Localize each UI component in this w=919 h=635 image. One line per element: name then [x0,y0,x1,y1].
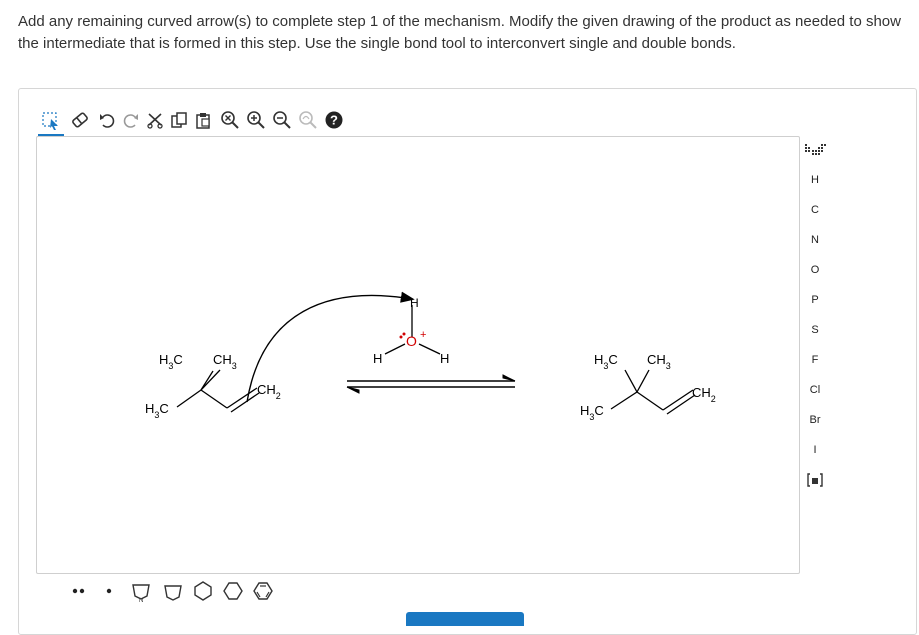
reactant-molecule[interactable]: H3C CH3 CH2 H3C [145,352,281,420]
product-ch2: CH2 [692,385,716,404]
zoom-out-icon[interactable] [270,108,294,132]
undo-icon[interactable] [96,108,118,132]
svg-text:N: N [139,598,143,602]
hydronium-h-left: H [373,351,382,366]
pyrrole-ring-icon[interactable]: N [128,578,154,604]
hexagon-ring-icon[interactable] [190,578,216,604]
benzene-ring-icon[interactable] [250,578,276,604]
drawing-canvas[interactable]: H3C CH3 CH2 H3C H H H O + H3C CH3 CH2 H3… [36,136,800,574]
element-s[interactable]: S [800,324,830,336]
mechanism-drawing: H3C CH3 CH2 H3C H H H O + H3C CH3 CH2 H3… [145,291,716,422]
element-c[interactable]: C [800,204,830,216]
hydronium-h-right: H [440,351,449,366]
hydronium-oxygen: O [406,333,417,349]
radical-icon[interactable] [98,580,120,602]
element-n[interactable]: N [800,234,830,246]
element-cl[interactable]: Cl [800,384,830,396]
erase-icon[interactable] [68,108,92,132]
zoom-in-icon[interactable] [244,108,268,132]
product-molecule[interactable]: H3C CH3 CH2 H3C [580,352,716,422]
lone-pair-icon[interactable] [68,580,90,602]
periodic-table-icon[interactable] [800,142,830,160]
element-i[interactable]: I [800,444,830,456]
reactant-h3c-bottom: H3C [145,401,169,420]
product-h3c-top: H3C [594,352,618,371]
hydronium-charge: + [420,329,426,341]
product-ch3: CH3 [647,352,671,371]
redo-icon[interactable] [120,108,142,132]
element-h[interactable]: H [800,174,830,186]
element-br[interactable]: Br [800,414,830,426]
hydronium-h-top: H [410,296,419,310]
question-text: Add any remaining curved arrow(s) to com… [18,13,901,52]
element-f[interactable]: F [800,354,830,366]
bottom-toolbar: N [64,578,284,606]
reactant-ch3: CH3 [213,352,237,371]
hydronium-ion[interactable]: H H H O + [373,296,449,366]
reactant-ch2: CH2 [257,382,281,401]
element-o[interactable]: O [800,264,830,276]
element-p[interactable]: P [800,294,830,306]
reactant-h3c-top: H3C [159,352,183,371]
cyclohexane-ring-icon[interactable] [220,578,246,604]
paste-icon[interactable] [192,108,214,132]
help-icon[interactable]: ? [324,110,344,130]
product-h3c-bottom: H3C [580,403,604,422]
help-label: ? [330,113,338,128]
copy-icon[interactable] [168,108,190,132]
zoom-reset-icon[interactable] [218,108,242,132]
equilibrium-arrow [346,374,516,394]
top-toolbar: ? [38,106,398,136]
zoom-fit-icon[interactable] [296,108,320,132]
cut-icon[interactable] [144,108,166,132]
select-lasso-icon[interactable] [38,106,64,136]
pentagon-ring-icon[interactable] [160,578,186,604]
bracket-tool-icon[interactable] [800,472,830,490]
